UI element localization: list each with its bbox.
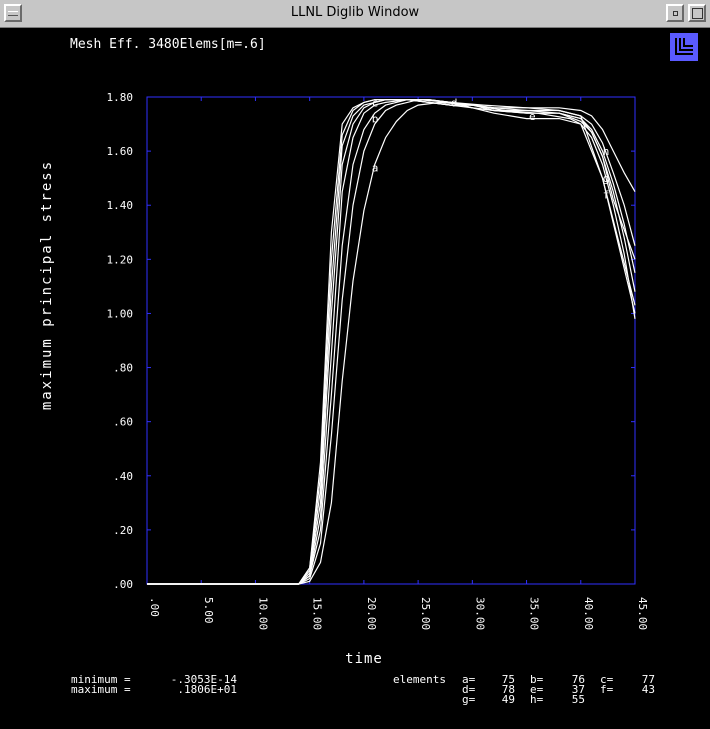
curve-f: [147, 99, 636, 585]
minimize-icon: [673, 11, 678, 16]
curve-label-f: f: [603, 188, 610, 201]
curve-label-d: d: [451, 96, 458, 109]
curve-g: [147, 99, 636, 585]
curve-h: [147, 99, 636, 585]
x-tick-label: 5.00: [202, 597, 215, 624]
curve-label-a: a: [372, 161, 379, 174]
y-tick-label: .80: [113, 362, 133, 375]
x-tick-label: .00: [148, 597, 161, 617]
element-key: g=: [462, 693, 476, 706]
curves-group: [147, 99, 636, 585]
curve-label-h: h: [603, 145, 610, 158]
element-count: 55: [572, 693, 585, 706]
x-axis-ticks: .00 5.00 10.00 15.00 20.00 25.00 30.00 35.00 40.…: [146, 97, 649, 630]
curve-label-b: b: [372, 113, 379, 126]
elements-legend: a= 75 b= 76 c= 77d= 78 e= 37 f= 43g= 49 h= 55: [462, 673, 655, 706]
llnl-logo: [670, 33, 698, 61]
curve-d: [147, 99, 636, 585]
y-tick-label: 1.80: [107, 91, 134, 104]
curve-c: [147, 99, 636, 585]
y-tick-label: .40: [113, 470, 133, 483]
x-tick-label: 20.00: [365, 597, 378, 630]
curve-b: [147, 99, 636, 585]
curve-label-g: g: [603, 172, 610, 185]
x-tick-label: 40.00: [582, 597, 595, 630]
curve-e: [147, 99, 636, 585]
window-title: LLNL Diglib Window: [290, 5, 420, 20]
curve-a: [147, 101, 636, 585]
maximize-button[interactable]: [688, 4, 706, 22]
maximum-value: .1806E+01: [177, 683, 237, 696]
y-axis-label: maximum principal stress: [39, 160, 55, 410]
curve-label-c: c: [372, 96, 379, 109]
y-tick-label: 1.20: [107, 253, 134, 266]
y-tick-label: 1.40: [107, 199, 134, 212]
y-tick-label: .00: [113, 578, 133, 591]
maximum-label: maximum =: [71, 683, 131, 696]
minimize-button[interactable]: [666, 4, 684, 22]
y-tick-label: 1.00: [107, 307, 134, 320]
y-tick-label: 1.60: [107, 145, 134, 158]
plot-frame: [146, 96, 636, 585]
x-tick-label: 10.00: [256, 597, 269, 630]
y-tick-label: .60: [113, 416, 133, 429]
x-tick-label: 35.00: [528, 597, 541, 630]
x-axis-label: time: [345, 651, 383, 667]
x-tick-label: 25.00: [419, 597, 432, 630]
diglib-window: LLNL Diglib Window Mesh Eff. 3480Elems[m…: [0, 0, 710, 729]
elements-label: elements: [393, 673, 446, 686]
element-count: 49: [502, 693, 515, 706]
x-tick-label: 15.00: [311, 597, 324, 630]
title-bar[interactable]: LLNL Diglib Window: [0, 0, 710, 28]
x-tick-label: 30.00: [473, 597, 486, 630]
maximize-icon: [692, 8, 703, 19]
plot-canvas: Mesh Eff. 3480Elems[m=.6] .00 .20 .40 .60 .8…: [39, 33, 698, 706]
element-count: 43: [642, 683, 655, 696]
plot-title: Mesh Eff. 3480Elems[m=.6]: [70, 37, 266, 52]
x-tick-label: 45.00: [636, 597, 649, 630]
curve-label-e: e: [529, 110, 536, 123]
y-tick-label: .20: [113, 524, 133, 537]
element-key: h=: [530, 693, 544, 706]
element-key: f=: [600, 683, 614, 696]
